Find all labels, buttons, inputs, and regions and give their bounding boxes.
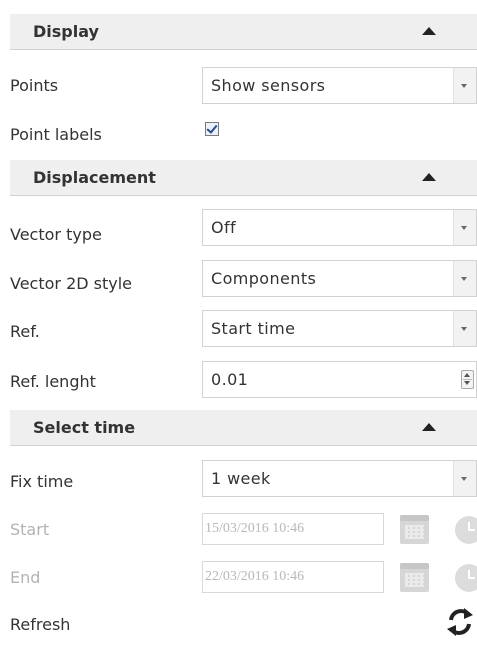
start-date-value: 15/03/2016 10:46 bbox=[205, 521, 305, 536]
section-title: Select time bbox=[33, 418, 136, 437]
checkmark-icon bbox=[206, 122, 218, 134]
displacement-section-header[interactable]: Displacement bbox=[10, 160, 477, 196]
dropdown-button[interactable] bbox=[453, 461, 476, 496]
section-title: Display bbox=[33, 22, 99, 41]
chevron-down-icon bbox=[461, 327, 467, 331]
spin-down-icon[interactable] bbox=[464, 381, 470, 385]
chevron-up-icon[interactable] bbox=[422, 173, 436, 181]
end-date-input[interactable]: 22/03/2016 10:46 bbox=[202, 561, 384, 593]
clock-icon[interactable] bbox=[455, 564, 477, 592]
dropdown-button[interactable] bbox=[453, 68, 476, 103]
vector-2d-style-label: Vector 2D style bbox=[10, 274, 133, 293]
section-title: Displacement bbox=[33, 168, 156, 187]
points-select[interactable]: Show sensors bbox=[202, 67, 477, 104]
ref-length-label: Ref. lenght bbox=[10, 372, 96, 391]
number-spinner[interactable] bbox=[461, 370, 474, 389]
vector-type-value: Off bbox=[211, 218, 237, 237]
chevron-up-icon[interactable] bbox=[422, 27, 436, 35]
calendar-icon[interactable] bbox=[400, 563, 429, 592]
point-labels-label: Point labels bbox=[10, 125, 102, 144]
ref-label: Ref. bbox=[10, 322, 40, 341]
refresh-label: Refresh bbox=[10, 615, 71, 634]
refresh-icon[interactable] bbox=[445, 606, 475, 638]
chevron-down-icon bbox=[461, 277, 467, 281]
vector-type-label: Vector type bbox=[10, 225, 102, 244]
spin-up-icon[interactable] bbox=[464, 373, 470, 377]
chevron-up-icon[interactable] bbox=[422, 423, 436, 431]
select-time-section-header[interactable]: Select time bbox=[10, 410, 477, 446]
point-labels-checkbox[interactable] bbox=[205, 122, 219, 136]
dropdown-button[interactable] bbox=[453, 261, 476, 296]
chevron-down-icon bbox=[461, 477, 467, 481]
end-date-value: 22/03/2016 10:46 bbox=[205, 569, 305, 584]
dropdown-button[interactable] bbox=[453, 210, 476, 245]
fix-time-value: 1 week bbox=[211, 469, 271, 488]
chevron-down-icon bbox=[461, 226, 467, 230]
ref-length-input[interactable]: 0.01 bbox=[202, 361, 477, 398]
vector-type-select[interactable]: Off bbox=[202, 209, 477, 246]
ref-length-value: 0.01 bbox=[211, 370, 249, 389]
ref-value: Start time bbox=[211, 319, 296, 338]
vector-2d-style-select[interactable]: Components bbox=[202, 260, 477, 297]
end-label: End bbox=[10, 568, 41, 587]
fix-time-label: Fix time bbox=[10, 472, 74, 491]
display-section-header[interactable]: Display bbox=[10, 14, 477, 50]
start-label: Start bbox=[10, 520, 50, 539]
points-value: Show sensors bbox=[211, 76, 326, 95]
points-label: Points bbox=[10, 76, 59, 95]
dropdown-button[interactable] bbox=[453, 311, 476, 346]
ref-select[interactable]: Start time bbox=[202, 310, 477, 347]
chevron-down-icon bbox=[461, 84, 467, 88]
calendar-icon[interactable] bbox=[400, 515, 429, 544]
start-date-input[interactable]: 15/03/2016 10:46 bbox=[202, 513, 384, 545]
clock-icon[interactable] bbox=[455, 516, 477, 544]
fix-time-select[interactable]: 1 week bbox=[202, 460, 477, 497]
vector-2d-style-value: Components bbox=[211, 269, 317, 288]
settings-panel: Display Points Show sensors Point labels… bbox=[0, 0, 477, 647]
